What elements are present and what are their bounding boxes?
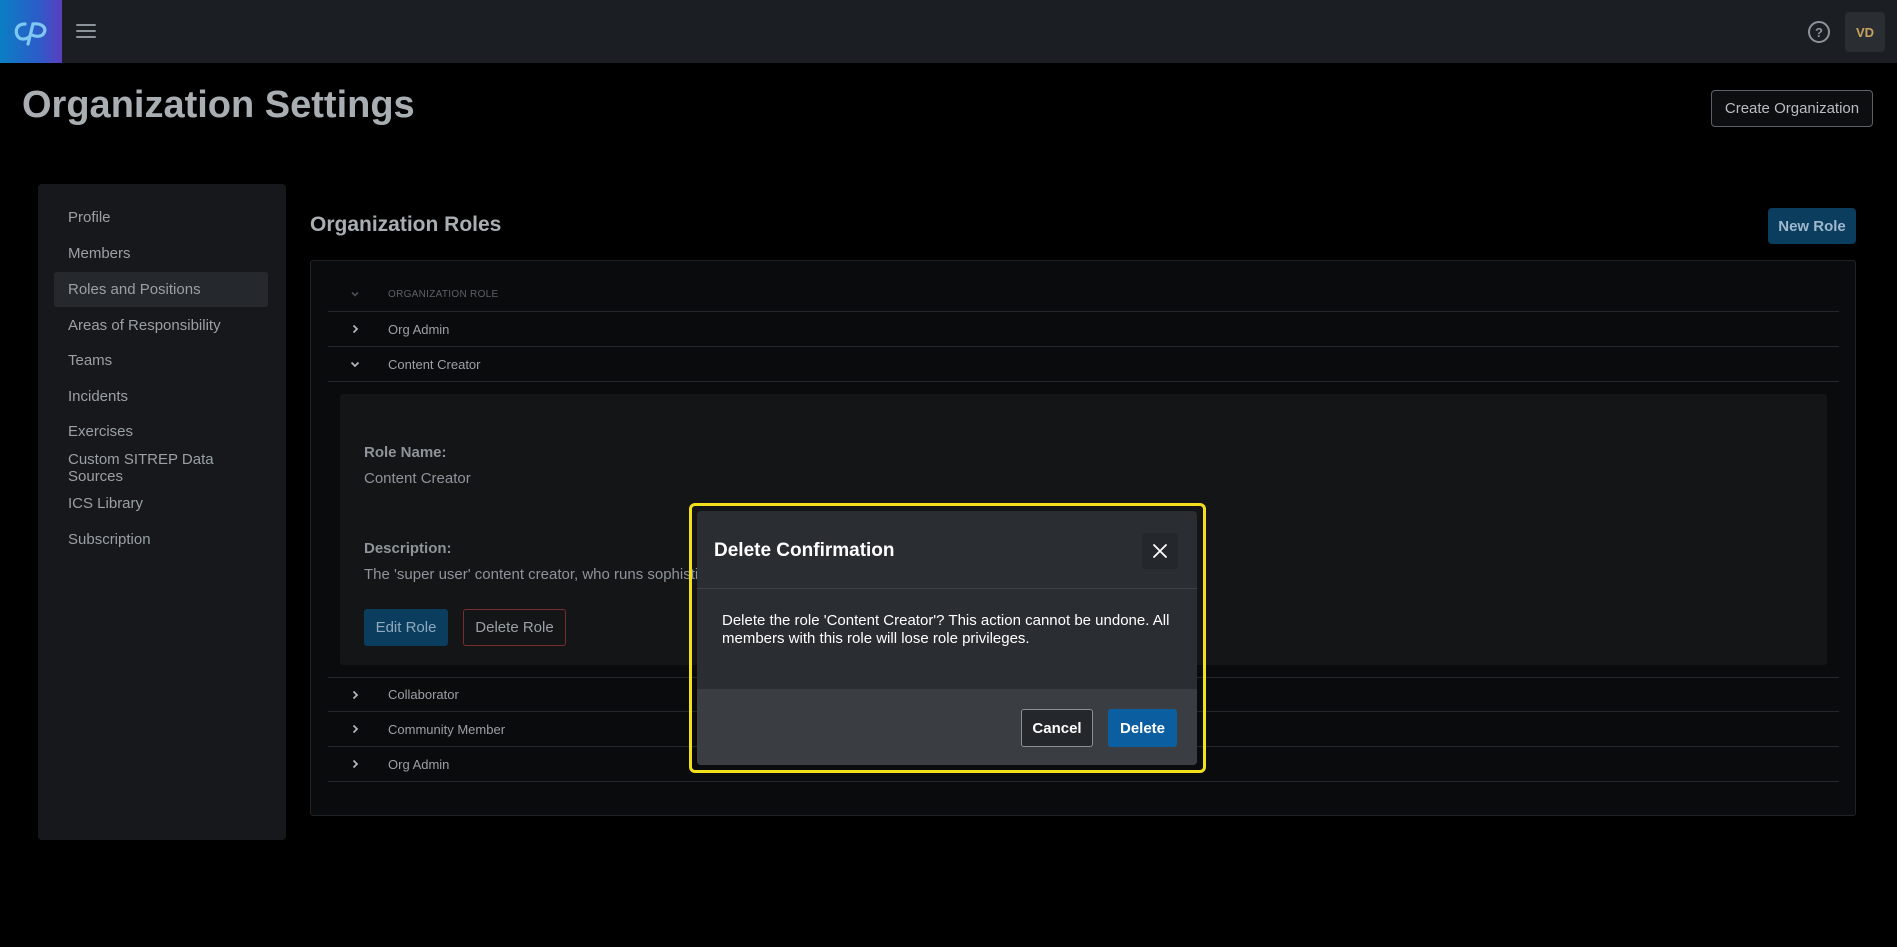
avatar[interactable]: VD [1845, 12, 1885, 52]
delete-button[interactable]: Delete [1108, 709, 1177, 747]
page-title: Organization Settings [22, 84, 415, 126]
table-row[interactable]: Org Admin [328, 312, 1839, 347]
sidebar-item-custom-sitrep-data-sources[interactable]: Custom SITREP Data Sources [54, 450, 268, 485]
delete-role-button[interactable]: Delete Role [463, 609, 566, 646]
delete-confirmation-modal: Delete Confirmation Delete the role 'Con… [697, 511, 1197, 765]
role-name: Org Admin [388, 756, 450, 772]
settings-sidebar: Profile Members Roles and Positions Area… [38, 184, 286, 840]
chevron-down-icon[interactable] [348, 287, 362, 301]
sidebar-item-incidents[interactable]: Incidents [54, 379, 268, 414]
chevron-right-icon[interactable] [348, 722, 362, 736]
column-header-organization-role: ORGANIZATION ROLE [388, 288, 499, 300]
new-role-button[interactable]: New Role [1768, 208, 1856, 244]
role-name: Collaborator [388, 687, 459, 702]
close-icon[interactable] [1142, 533, 1178, 569]
role-name-value: Content Creator [364, 470, 471, 487]
modal-footer: Cancel Delete [697, 689, 1197, 765]
sidebar-item-subscription[interactable]: Subscription [54, 522, 268, 557]
top-bar: ? VD [0, 0, 1897, 63]
sidebar-item-roles-and-positions[interactable]: Roles and Positions [54, 272, 268, 307]
modal-message: Delete the role 'Content Creator'? This … [722, 612, 1170, 647]
table-row[interactable]: Content Creator [328, 347, 1839, 382]
chevron-down-icon[interactable] [348, 357, 362, 371]
role-name-label: Role Name: [364, 444, 447, 461]
cancel-button[interactable]: Cancel [1021, 709, 1093, 747]
sidebar-item-ics-library[interactable]: ICS Library [54, 486, 268, 521]
sidebar-item-profile[interactable]: Profile [54, 200, 268, 235]
description-value: The 'super user' content creator, who ru… [364, 566, 706, 583]
app-logo[interactable] [0, 0, 62, 63]
chevron-right-icon[interactable] [348, 757, 362, 771]
sidebar-item-teams[interactable]: Teams [54, 343, 268, 378]
help-circle-icon[interactable]: ? [1808, 21, 1830, 43]
sidebar-item-exercises[interactable]: Exercises [54, 414, 268, 449]
modal-header: Delete Confirmation [697, 511, 1197, 589]
create-organization-button[interactable]: Create Organization [1711, 90, 1873, 127]
logo-icon [14, 21, 47, 46]
description-label: Description: [364, 540, 452, 557]
table-header-row: ORGANIZATION ROLE [328, 277, 1839, 312]
section-title: Organization Roles [310, 213, 502, 236]
hamburger-icon[interactable] [76, 22, 96, 40]
avatar-initials: VD [1855, 24, 1875, 40]
modal-title: Delete Confirmation [714, 540, 895, 561]
chevron-right-icon[interactable] [348, 322, 362, 336]
edit-role-button[interactable]: Edit Role [364, 609, 448, 646]
chevron-right-icon[interactable] [348, 688, 362, 702]
role-name: Community Member [388, 721, 506, 737]
sidebar-item-members[interactable]: Members [54, 236, 268, 271]
sidebar-item-areas-of-responsibility[interactable]: Areas of Responsibility [54, 308, 268, 343]
role-name: Content Creator [388, 356, 481, 372]
role-name: Org Admin [388, 321, 450, 337]
